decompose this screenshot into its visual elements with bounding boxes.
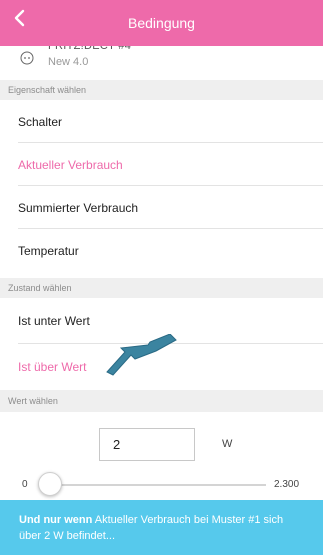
slider-max-label: 2.300 xyxy=(274,479,300,490)
slider-min-label: 0 xyxy=(22,479,28,490)
device-item: FRITZ!DECT #4 New 4.0 xyxy=(0,40,323,80)
option-label: Schalter xyxy=(18,114,63,129)
slider-track[interactable] xyxy=(40,484,266,486)
option-label: Aktueller Verbrauch xyxy=(18,157,123,172)
option-label: Temperatur xyxy=(18,243,79,258)
section-value: Wert wählen xyxy=(0,390,323,412)
option-label: Ist über Wert xyxy=(18,360,87,374)
slider-thumb[interactable] xyxy=(38,472,62,496)
option-summierter-verbrauch[interactable]: Summierter Verbrauch xyxy=(0,186,323,229)
summary-bold: Und nur wenn xyxy=(19,514,93,526)
section-property: Eigenschaft wählen xyxy=(0,80,323,100)
chevron-left-icon xyxy=(14,9,25,27)
option-aktueller-verbrauch[interactable]: Aktueller Verbrauch xyxy=(0,143,323,186)
value-input[interactable]: 2 xyxy=(99,428,195,461)
arrow-annotation-icon xyxy=(106,334,177,376)
device-icon xyxy=(20,51,34,65)
page-title: Bedingung xyxy=(128,15,195,31)
option-schalter[interactable]: Schalter xyxy=(0,100,323,143)
device-subtitle: New 4.0 xyxy=(48,56,89,68)
condition-summary: Und nur wenn Aktueller Verbrauch bei Mus… xyxy=(0,500,323,555)
unit-label: W xyxy=(222,438,233,450)
header-bar: Bedingung xyxy=(0,0,323,46)
option-label: Ist unter Wert xyxy=(18,314,90,328)
option-temperatur[interactable]: Temperatur xyxy=(0,229,323,272)
back-button[interactable] xyxy=(8,6,32,30)
section-state: Zustand wählen xyxy=(0,278,323,298)
option-label: Summierter Verbrauch xyxy=(18,200,139,215)
value-area: 2 W 0 2.300 xyxy=(0,412,323,500)
